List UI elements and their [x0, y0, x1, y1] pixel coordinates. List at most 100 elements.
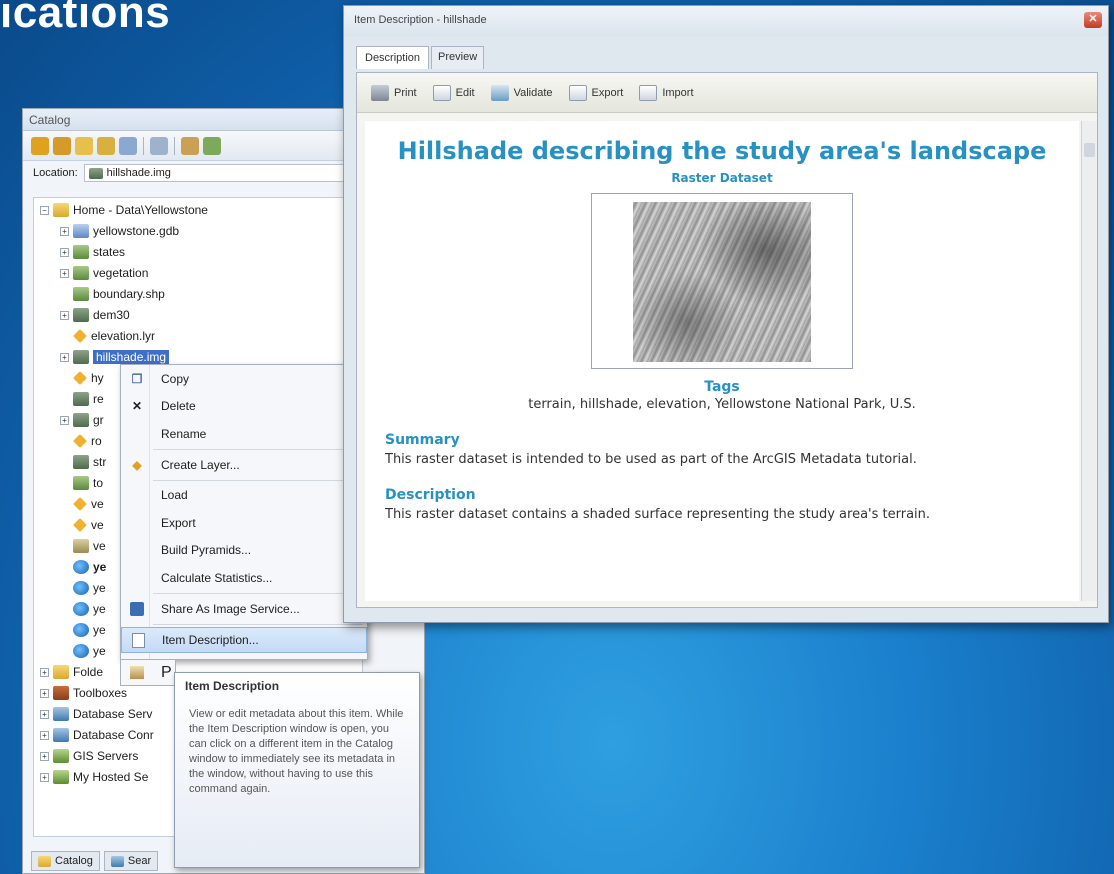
- tab-search[interactable]: Sear: [103, 851, 159, 871]
- menu-item-delete[interactable]: ✕ Delete: [121, 394, 367, 418]
- tree-item[interactable]: ye: [73, 557, 106, 577]
- tree-item[interactable]: + Toolboxes: [40, 683, 127, 703]
- expand-icon[interactable]: +: [40, 730, 49, 740]
- tree-item[interactable]: + states: [60, 242, 125, 262]
- tree-item-label: GIS Servers: [73, 749, 139, 763]
- menu-item-calculate-statistics[interactable]: Calculate Statistics...: [121, 566, 367, 590]
- copy-icon: ❐: [131, 372, 143, 386]
- menu-item-load[interactable]: Load: [121, 483, 367, 507]
- menu-item-rename[interactable]: Rename: [121, 422, 367, 446]
- tree-item[interactable]: to: [73, 473, 103, 493]
- tree-item[interactable]: elevation.lyr: [73, 326, 155, 346]
- expand-icon[interactable]: +: [40, 751, 49, 761]
- menu-item-create-layer[interactable]: ◆ Create Layer...: [121, 453, 367, 477]
- menu-item-label: Item Description...: [162, 633, 259, 647]
- tree-item-label: ye: [93, 644, 106, 658]
- tree-item[interactable]: + dem30: [60, 305, 130, 325]
- menu-item-export[interactable]: Export: [121, 511, 367, 535]
- up-folder-icon[interactable]: [75, 136, 93, 155]
- tab-catalog[interactable]: Catalog: [31, 851, 100, 871]
- expand-icon[interactable]: +: [60, 415, 69, 425]
- back-icon[interactable]: [31, 136, 49, 155]
- tree-item[interactable]: ve: [73, 515, 104, 535]
- toolbar-label: Print: [394, 86, 417, 99]
- tree-item[interactable]: + vegetation: [60, 263, 148, 283]
- toolbox-icon[interactable]: [181, 136, 199, 155]
- layer-icon: [73, 329, 87, 343]
- tree-item-label: Database Serv: [73, 707, 153, 721]
- description-panel: Print Edit Validate Export Import Hillsh…: [356, 72, 1098, 608]
- expand-icon[interactable]: +: [60, 352, 69, 362]
- toolbar-label: Export: [591, 86, 624, 99]
- location-value: hillshade.img: [106, 167, 171, 179]
- thumbnail-frame[interactable]: [591, 193, 853, 369]
- menu-item-label: Share As Image Service...: [161, 602, 300, 616]
- forward-icon[interactable]: [53, 136, 71, 155]
- tree-item[interactable]: + My Hosted Se: [40, 767, 148, 787]
- toolbar-label: Validate: [513, 86, 553, 99]
- expand-icon[interactable]: +: [40, 709, 49, 719]
- layer-icon: [73, 497, 87, 511]
- tooltip-title: Item Description: [185, 679, 280, 693]
- expand-icon[interactable]: +: [60, 268, 69, 278]
- scrollbar-thumb[interactable]: [1084, 143, 1095, 157]
- tree-item[interactable]: boundary.shp: [73, 284, 165, 304]
- tab-preview[interactable]: Preview: [431, 46, 485, 69]
- print-button[interactable]: Print: [371, 84, 417, 101]
- tree-item[interactable]: ro: [73, 431, 102, 451]
- expand-icon[interactable]: +: [60, 247, 69, 257]
- expand-icon[interactable]: +: [40, 667, 49, 677]
- tree-item[interactable]: + gr: [60, 410, 104, 430]
- tree-item[interactable]: + Folde: [40, 662, 103, 682]
- tree-item[interactable]: + GIS Servers: [40, 746, 138, 766]
- expand-icon[interactable]: +: [60, 310, 69, 320]
- tree-item[interactable]: ye: [73, 641, 106, 661]
- collapse-icon[interactable]: −: [40, 205, 49, 215]
- menu-item-properties[interactable]: P: [120, 660, 176, 686]
- validate-button[interactable]: Validate: [490, 84, 553, 101]
- tooltip-body: View or edit metadata about this item. W…: [189, 708, 404, 795]
- expand-icon[interactable]: +: [60, 226, 69, 236]
- vertical-scrollbar[interactable]: [1081, 121, 1097, 601]
- tree-item-home[interactable]: − Home - Data\Yellowstone: [40, 200, 208, 220]
- search-icon[interactable]: [203, 136, 221, 155]
- tree-item[interactable]: ye: [73, 620, 106, 640]
- import-button[interactable]: Import: [639, 84, 694, 101]
- menu-item-item-description[interactable]: Item Description...: [121, 627, 367, 653]
- refresh-icon[interactable]: [119, 136, 137, 155]
- expand-icon[interactable]: +: [40, 688, 49, 698]
- export-button[interactable]: Export: [568, 84, 624, 101]
- tree-item[interactable]: ve: [73, 494, 104, 514]
- summary-heading: Summary: [385, 432, 460, 448]
- globe-icon: [73, 602, 89, 616]
- menu-item-share-image-service[interactable]: Share As Image Service...: [121, 597, 367, 621]
- folder-icon: [53, 203, 69, 217]
- tree-item[interactable]: hy: [73, 368, 104, 388]
- menu-item-label: Copy: [161, 372, 190, 386]
- properties-icon: [129, 664, 145, 680]
- globe-icon: [73, 644, 89, 658]
- menu-item-build-pyramids[interactable]: Build Pyramids...: [121, 538, 367, 562]
- raster-icon: [73, 392, 89, 406]
- expand-icon[interactable]: +: [40, 772, 49, 782]
- window-tabs: Description Preview: [356, 46, 485, 69]
- tree-item[interactable]: ye: [73, 599, 106, 619]
- tree-item[interactable]: + Database Serv: [40, 704, 152, 724]
- tree-item[interactable]: ve: [73, 536, 106, 556]
- tree-item[interactable]: re: [73, 389, 104, 409]
- menu-item-label: Calculate Statistics...: [161, 571, 273, 585]
- view-options-icon[interactable]: [150, 136, 168, 155]
- tree-item-label: to: [93, 476, 104, 490]
- item-description-window: Item Description - hillshade ✕ Descripti…: [343, 5, 1109, 623]
- tree-item[interactable]: str: [73, 452, 106, 472]
- tree-item[interactable]: + Database Conr: [40, 725, 154, 745]
- tree-item[interactable]: ye: [73, 578, 106, 598]
- menu-item-label: Delete: [161, 399, 196, 413]
- tree-item[interactable]: + yellowstone.gdb: [60, 221, 179, 241]
- connect-folder-icon[interactable]: [97, 136, 115, 155]
- tab-description[interactable]: Description: [356, 46, 430, 69]
- close-icon[interactable]: ✕: [1084, 12, 1102, 28]
- menu-item-copy[interactable]: ❐ Copy: [121, 367, 367, 391]
- raster-icon: [73, 539, 89, 553]
- edit-button[interactable]: Edit: [432, 84, 475, 101]
